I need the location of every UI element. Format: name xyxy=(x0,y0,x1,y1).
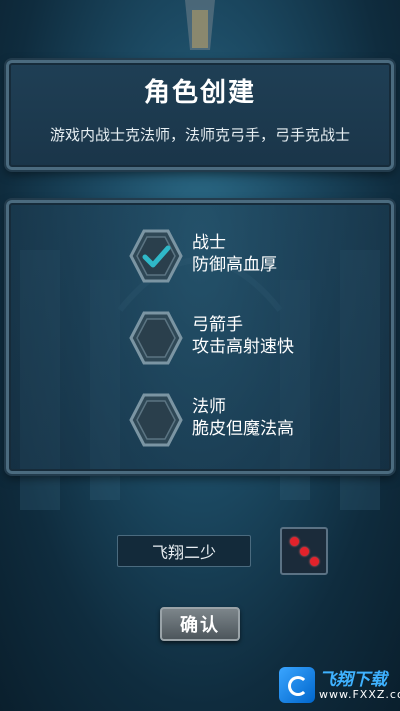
character-name-input[interactable]: 飞翔二少 xyxy=(117,535,251,567)
watermark-text: 飞翔下载 xyxy=(319,670,387,690)
role-option-warrior[interactable]: 战士 防御高血厚 xyxy=(128,226,368,286)
role-desc: 攻击高射速快 xyxy=(192,337,294,357)
role-desc: 脆皮但魔法高 xyxy=(192,419,294,439)
page-title: 角色创建 xyxy=(143,78,256,108)
random-name-button[interactable] xyxy=(280,527,328,575)
role-option-archer[interactable]: 弓箭手 攻击高射速快 xyxy=(128,308,368,368)
selected-radio-hex[interactable] xyxy=(128,228,184,284)
dice-icon xyxy=(290,537,299,546)
watermark: 飞翔下载 www.FXXZ.com xyxy=(279,665,400,707)
dice-pip xyxy=(310,557,319,566)
confirm-button[interactable]: 确认 xyxy=(160,607,240,641)
role-desc: 防御高血厚 xyxy=(192,255,277,275)
role-option-mage[interactable]: 法师 脆皮但魔法高 xyxy=(128,390,368,450)
dice-pip xyxy=(300,547,309,556)
radio-hex[interactable] xyxy=(128,310,184,366)
watermark-url: www.FXXZ.com xyxy=(319,688,400,701)
watermark-logo-icon xyxy=(279,667,315,703)
page-subtitle: 游戏内战士克法师，法师克弓手，弓手克战士 xyxy=(49,126,350,144)
radio-hex[interactable] xyxy=(128,392,184,448)
